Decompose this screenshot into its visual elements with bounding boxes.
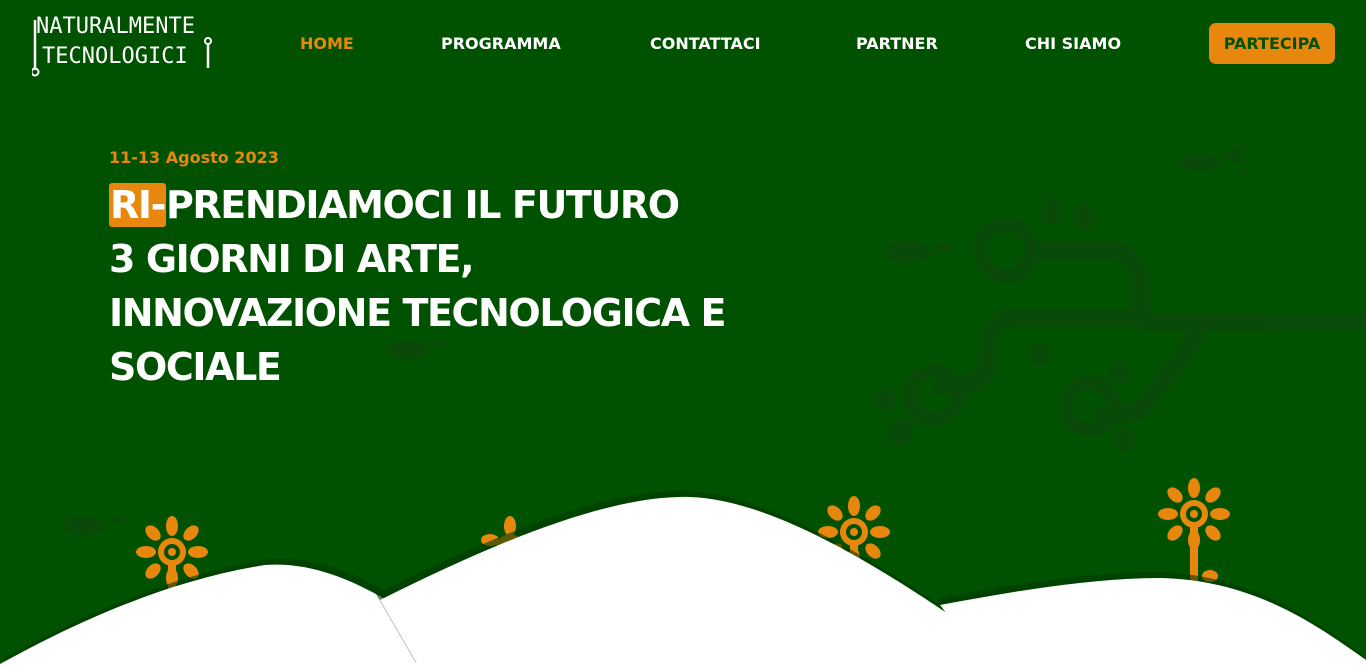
- nav-contattaci[interactable]: CONTATTACI: [650, 33, 761, 55]
- hero-headline: RI-PRENDIAMOCI IL FUTURO 3 GIORNI DI ART…: [109, 178, 727, 394]
- nav-programma[interactable]: PROGRAMMA: [441, 33, 561, 55]
- partecipa-button[interactable]: PARTECIPA: [1209, 23, 1335, 64]
- event-date: 11-13 Agosto 2023: [109, 148, 279, 167]
- headline-highlight: RI-: [109, 183, 166, 227]
- fish-icon: [1176, 153, 1222, 171]
- nav-home[interactable]: HOME: [300, 33, 354, 55]
- headline-line-1-text: PRENDIAMOCI IL FUTURO: [165, 183, 680, 227]
- nav-chi-siamo[interactable]: CHI SIAMO: [1025, 33, 1121, 55]
- logo-text-line1: NATURALMENTE: [36, 14, 195, 39]
- fish-icon: [60, 516, 108, 536]
- headline-line-2: 3 GIORNI DI ARTE,: [109, 237, 475, 281]
- headline-line-1: RI-PRENDIAMOCI IL FUTURO: [109, 178, 725, 232]
- logo-text-line2: TECNOLOGICI: [42, 44, 188, 69]
- nav-partner[interactable]: PARTNER: [856, 33, 938, 55]
- fish-icon: [880, 241, 936, 263]
- headline-line-4: SOCIALE: [109, 345, 282, 389]
- headline-line-3: INNOVAZIONE TECNOLOGICA E: [109, 291, 727, 335]
- site-logo[interactable]: NATURALMENTE TECNOLOGICI: [32, 14, 214, 78]
